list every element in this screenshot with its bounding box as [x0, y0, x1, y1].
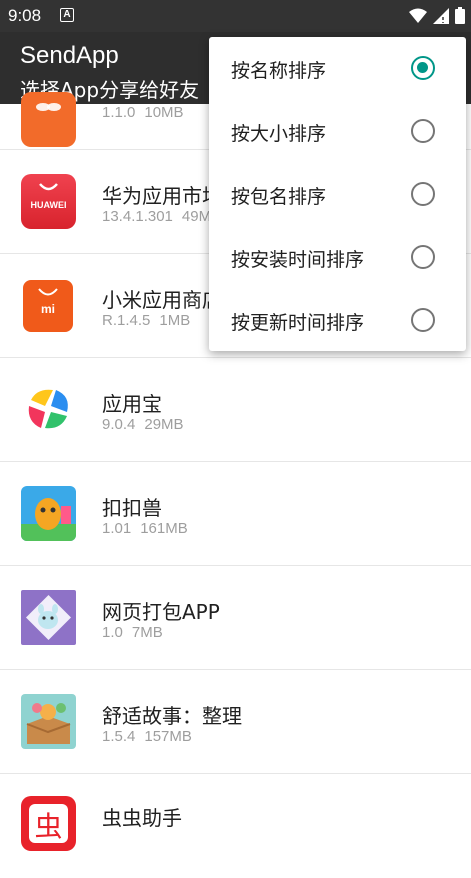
huawei-icon-text: HUAWEI [31, 200, 67, 210]
menu-item-label: 按大小排序 [231, 123, 327, 145]
menu-item-sort-by-name[interactable]: 按名称排序 [209, 37, 466, 100]
app-meta: 1.0 7MB [102, 624, 163, 641]
app-meta: 9.0.4 29MB [102, 416, 184, 433]
app-meta: 1.5.4 157MB [102, 728, 192, 745]
menu-item-label: 按包名排序 [231, 186, 327, 208]
app-size: 157MB [144, 728, 192, 745]
menu-item-label: 按更新时间排序 [231, 312, 365, 334]
app-name: 小米应用商店 [102, 288, 222, 312]
status-bar: 9:08 A [0, 0, 471, 32]
list-item[interactable]: 虫 虫虫助手 [0, 774, 471, 878]
wifi-icon [409, 8, 427, 23]
list-item[interactable]: 扣扣兽 1.01 161MB [0, 462, 471, 566]
xiaomi-icon-text: mi [41, 302, 55, 316]
chongchong-icon-text: 虫 [34, 810, 62, 843]
app-name: 应用宝 [102, 392, 162, 416]
yingyongbao-icon [21, 382, 76, 437]
radio-unselected-icon[interactable] [411, 245, 435, 269]
app-version: 1.5.4 [102, 728, 136, 745]
menu-item-sort-by-install-time[interactable]: 按安装时间排序 [209, 226, 466, 289]
list-item[interactable]: 舒适故事：整理 1.5.4 157MB [0, 670, 471, 774]
app-name: 扣扣兽 [102, 496, 162, 520]
list-item[interactable]: 应用宝 9.0.4 29MB [0, 358, 471, 462]
radio-unselected-icon[interactable] [411, 119, 435, 143]
menu-item-label: 按名称排序 [231, 60, 327, 82]
app-name: 网页打包APP [102, 600, 220, 624]
web-packager-icon [21, 590, 76, 645]
battery-icon [455, 7, 465, 24]
chongchong-icon: 虫 [21, 796, 76, 851]
cozy-story-icon [21, 694, 76, 749]
app-size: 10MB [144, 104, 184, 121]
app-version: 1.1.0 [102, 104, 136, 121]
xiaomi-appstore-icon: mi [23, 280, 73, 332]
radio-unselected-icon[interactable] [411, 182, 435, 206]
list-item[interactable]: 网页打包APP 1.0 7MB [0, 566, 471, 670]
app-size: 161MB [140, 520, 188, 537]
menu-item-sort-by-update-time[interactable]: 按更新时间排序 [209, 289, 466, 352]
radio-unselected-icon[interactable] [411, 308, 435, 332]
app-version: 9.0.4 [102, 416, 136, 433]
app-meta: 1.1.0 10MB [102, 104, 184, 121]
cellular-signal-icon [433, 7, 449, 24]
menu-item-sort-by-size[interactable]: 按大小排序 [209, 100, 466, 163]
app-meta: 13.4.1.301 49MB [102, 208, 221, 225]
app-name: 华为应用市场 [102, 184, 222, 208]
status-time: 9:08 [8, 6, 42, 25]
radio-selected-icon[interactable] [411, 56, 435, 80]
huawei-appgallery-icon: HUAWEI [21, 174, 76, 229]
notification-icon: A [60, 8, 74, 22]
app-meta: 1.01 161MB [102, 520, 188, 537]
menu-item-label: 按安装时间排序 [231, 249, 365, 271]
app-meta: R.1.4.5 1MB [102, 312, 190, 329]
app-name: 舒适故事：整理 [102, 704, 242, 728]
orange-app-icon [21, 92, 76, 147]
app-version: 13.4.1.301 [102, 208, 173, 225]
app-size: 1MB [159, 312, 191, 329]
app-size: 29MB [144, 416, 184, 433]
status-icons [409, 7, 465, 24]
app-title: SendApp [20, 42, 119, 69]
koukoushou-icon [21, 486, 76, 541]
app-version: 1.01 [102, 520, 132, 537]
app-version: 1.0 [102, 624, 123, 641]
app-version: R.1.4.5 [102, 312, 151, 329]
app-name: 虫虫助手 [102, 806, 182, 830]
sort-menu-popup: 按名称排序 按大小排序 按包名排序 按安装时间排序 按更新时间排序 [209, 37, 466, 351]
menu-item-sort-by-package[interactable]: 按包名排序 [209, 163, 466, 226]
app-size: 7MB [131, 624, 163, 641]
